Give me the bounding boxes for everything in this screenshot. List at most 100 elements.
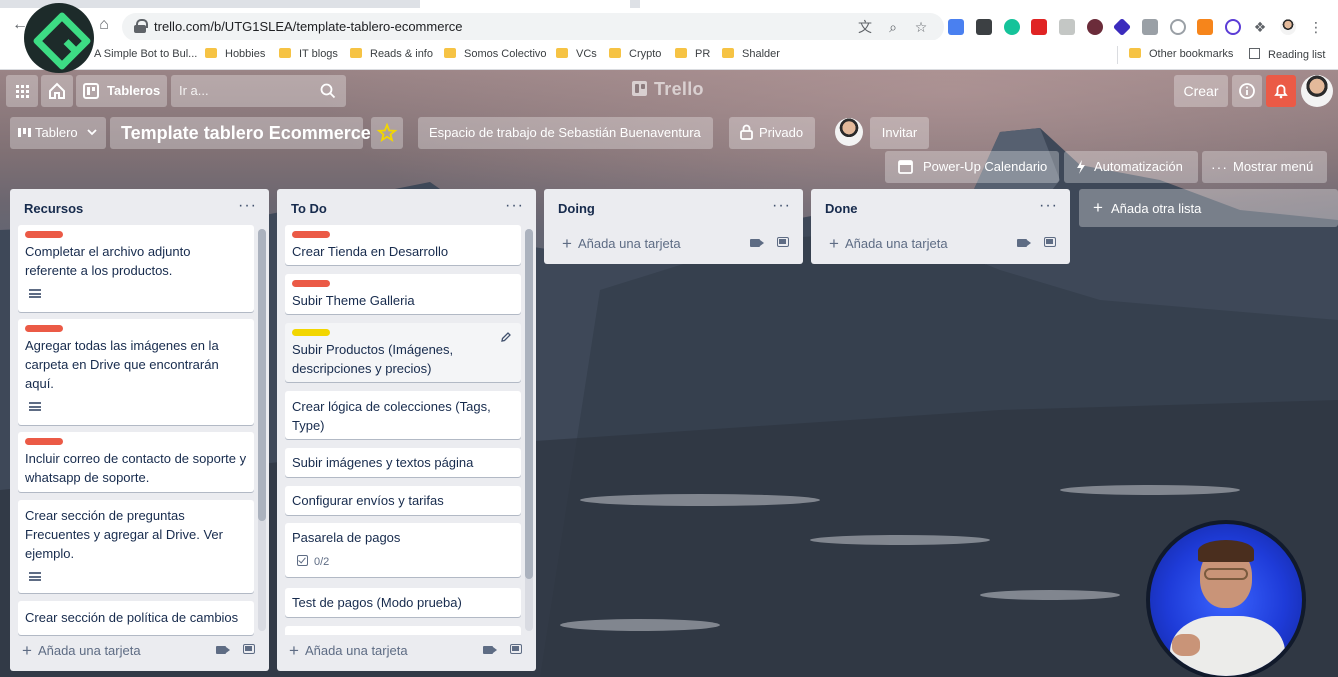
extension-5-icon[interactable]: [1059, 19, 1075, 35]
list-title[interactable]: Doing: [558, 201, 595, 216]
bookmark-folder[interactable]: Shalder: [722, 48, 780, 60]
list-doing[interactable]: Doing ··· + Añada una tarjeta: [544, 189, 803, 264]
bookmark-star-icon[interactable]: ☆: [913, 19, 929, 35]
card[interactable]: Incluir correo de contacto de soporte y …: [18, 432, 254, 492]
extension-8-icon[interactable]: [1142, 19, 1158, 35]
bookmark-folder[interactable]: VCs: [556, 48, 597, 60]
video-icon[interactable]: [216, 646, 230, 654]
list-menu-icon[interactable]: ···: [1039, 197, 1058, 215]
card-template-icon[interactable]: [243, 644, 255, 654]
pencil-edit-icon[interactable]: [499, 330, 513, 344]
video-icon[interactable]: [483, 646, 497, 654]
pdf-extension-icon[interactable]: [1031, 19, 1047, 35]
video-icon[interactable]: [1017, 239, 1031, 247]
grammarly-icon[interactable]: [1004, 19, 1020, 35]
card[interactable]: Crear sección de preguntas Frecuentes y …: [18, 500, 254, 593]
video-icon[interactable]: [750, 239, 764, 247]
tab-strip[interactable]: [0, 0, 640, 8]
show-menu-button[interactable]: ··· Mostrar menú: [1202, 151, 1327, 183]
reading-list[interactable]: Reading list: [1249, 48, 1325, 61]
add-card-button[interactable]: + Añada una tarjeta: [289, 641, 408, 661]
add-list-button[interactable]: + Añada otra lista: [1079, 189, 1338, 227]
card[interactable]: [285, 626, 521, 635]
add-card-button[interactable]: + Añada una tarjeta: [562, 234, 681, 254]
calendar-powerup-button[interactable]: Power-Up Calendario: [885, 151, 1059, 183]
bookmark-folder[interactable]: PR: [675, 48, 710, 60]
list-to-do[interactable]: To Do ··· Crear Tienda en Desarrollo Sub…: [277, 189, 536, 671]
list-menu-icon[interactable]: ···: [238, 197, 257, 215]
trello-logo[interactable]: Trello: [632, 79, 704, 100]
list-menu-icon[interactable]: ···: [772, 197, 791, 215]
zoom-icon[interactable]: ⌕: [885, 19, 901, 35]
bookmark-folder[interactable]: Crypto: [609, 48, 661, 60]
card[interactable]: Subir Productos (Imágenes, descripciones…: [285, 323, 521, 382]
board-member-avatar[interactable]: [835, 118, 863, 146]
list-done[interactable]: Done ··· + Añada una tarjeta: [811, 189, 1070, 264]
invite-button[interactable]: Invitar: [870, 117, 929, 149]
card[interactable]: Test de pagos (Modo prueba): [285, 588, 521, 617]
browser-menu-icon[interactable]: ⋮: [1308, 19, 1324, 35]
card-template-icon[interactable]: [1044, 237, 1056, 247]
bookmark-folder[interactable]: Reads & info: [350, 48, 433, 60]
list-scrollbar[interactable]: [525, 229, 533, 631]
extension-7-icon[interactable]: [1112, 17, 1132, 37]
bookmark-item[interactable]: A Simple Bot to Bul...: [94, 48, 197, 60]
card[interactable]: Subir Theme Galleria: [285, 274, 521, 314]
card[interactable]: Completar el archivo adjunto referente a…: [18, 225, 254, 312]
card[interactable]: Pasarela de pagos 0/2: [285, 523, 521, 577]
extension-2-icon[interactable]: [976, 19, 992, 35]
extension-11-icon[interactable]: [1225, 19, 1241, 35]
list-scrollbar[interactable]: [258, 229, 266, 631]
list-title[interactable]: Done: [825, 201, 858, 216]
profile-avatar[interactable]: [1280, 19, 1296, 35]
card-label-red[interactable]: [25, 438, 63, 445]
member-avatar[interactable]: [1301, 75, 1333, 107]
bookmark-folder[interactable]: Hobbies: [205, 48, 265, 60]
visibility-button[interactable]: Privado: [729, 117, 815, 149]
metamask-icon[interactable]: [1197, 19, 1213, 35]
add-card-button[interactable]: + Añada una tarjeta: [829, 234, 948, 254]
card-label-red[interactable]: [292, 231, 330, 238]
extension-9-icon[interactable]: [1170, 19, 1186, 35]
extension-1-icon[interactable]: [948, 19, 964, 35]
active-tab[interactable]: [420, 0, 630, 8]
card-label-red[interactable]: [292, 280, 330, 287]
bookmark-folder[interactable]: Somos Colectivo: [444, 48, 547, 60]
address-bar[interactable]: trello.com/b/UTG1SLEA/template-tablero-e…: [122, 13, 944, 41]
list-menu-icon[interactable]: ···: [505, 197, 524, 215]
board-title[interactable]: Template tablero Ecommerce: [110, 117, 371, 149]
home-icon[interactable]: ⌂: [94, 15, 114, 35]
view-switcher-button[interactable]: Tablero: [10, 117, 106, 149]
list-title[interactable]: To Do: [291, 201, 327, 216]
card[interactable]: Crear Tienda en Desarrollo: [285, 225, 521, 265]
scrollbar-thumb[interactable]: [258, 229, 266, 521]
notifications-button[interactable]: [1266, 75, 1296, 107]
card-label-red[interactable]: [25, 325, 63, 332]
star-button[interactable]: [371, 117, 403, 149]
card-template-icon[interactable]: [777, 237, 789, 247]
card[interactable]: Agregar todas las imágenes en la carpeta…: [18, 319, 254, 425]
list-recursos[interactable]: Recursos ··· Completar el archivo adjunt…: [10, 189, 269, 671]
card-template-icon[interactable]: [510, 644, 522, 654]
apps-menu-button[interactable]: [6, 75, 38, 107]
extension-6-icon[interactable]: [1087, 19, 1103, 35]
card-label-red[interactable]: [25, 231, 63, 238]
boards-button[interactable]: Tableros: [76, 75, 167, 107]
list-title[interactable]: Recursos: [24, 201, 83, 216]
card[interactable]: Crear lógica de colecciones (Tags, Type): [285, 391, 521, 439]
card[interactable]: Configurar envíos y tarifas: [285, 486, 521, 515]
other-bookmarks[interactable]: Other bookmarks: [1129, 48, 1233, 60]
home-button[interactable]: [41, 75, 73, 107]
bookmark-folder[interactable]: IT blogs: [279, 48, 338, 60]
create-button[interactable]: Crear: [1174, 75, 1228, 107]
add-card-button[interactable]: + Añada una tarjeta: [22, 641, 141, 661]
translate-icon[interactable]: 文: [857, 19, 873, 35]
extensions-puzzle-icon[interactable]: ❖: [1252, 19, 1268, 35]
info-button[interactable]: [1232, 75, 1262, 107]
card-label-yellow[interactable]: [292, 329, 330, 336]
card[interactable]: Subir imágenes y textos página: [285, 448, 521, 477]
automation-button[interactable]: Automatización: [1064, 151, 1198, 183]
scrollbar-thumb[interactable]: [525, 229, 533, 579]
card[interactable]: Crear sección de política de cambios: [18, 601, 254, 635]
search-input[interactable]: Ir a...: [171, 75, 346, 107]
